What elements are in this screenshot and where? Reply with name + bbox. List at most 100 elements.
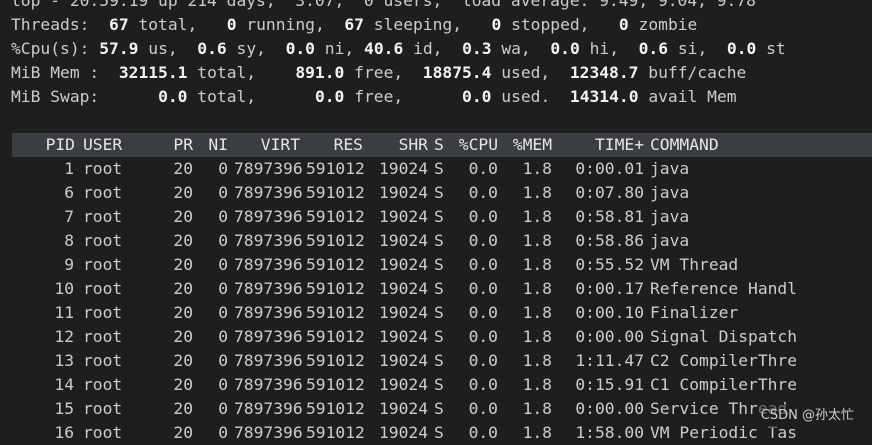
process-cmd: java <box>650 159 690 178</box>
process-row: 16 root 20 0 7897396 591012 19024 S 0.0 1.8 1:58.0… <box>0 421 872 445</box>
process-time: 0:00.01 <box>575 159 644 178</box>
process-user: root <box>83 399 123 418</box>
swap-used: 0.0 <box>462 87 492 106</box>
process-cpu: 0.0 <box>468 231 498 250</box>
process-pr: 20 <box>173 399 193 418</box>
process-table-header: PID USER PR NI VIRT RES SHR S %CPU %MEM … <box>12 133 872 157</box>
col-header-command: COMMAND <box>650 135 719 154</box>
process-user: root <box>83 375 123 394</box>
process-virt: 7897396 <box>234 399 303 418</box>
process-ni: 0 <box>218 303 228 322</box>
col-header-ni: NI <box>208 135 228 154</box>
process-user: root <box>83 351 123 370</box>
process-s: S <box>434 255 444 274</box>
mem-summary-line: MiB Mem : 32115.1 total, 891.0 free, 188… <box>11 63 747 82</box>
col-header-user: USER <box>83 135 123 154</box>
process-s: S <box>434 231 444 250</box>
process-virt: 7897396 <box>234 159 303 178</box>
process-cpu: 0.0 <box>468 375 498 394</box>
process-pid: 16 <box>54 423 74 442</box>
process-shr: 19024 <box>378 207 428 226</box>
cpu-ni: 0.0 <box>285 39 315 58</box>
cpu-id: 40.6 <box>364 39 404 58</box>
process-row: 7 root 20 0 7897396 591012 19024 S 0.0 1.8 0:58.81… <box>0 205 872 229</box>
process-row: 15 root 20 0 7897396 591012 19024 S 0.0 1.8 0:00.0… <box>0 397 872 421</box>
process-cpu: 0.0 <box>468 351 498 370</box>
process-s: S <box>434 303 444 322</box>
process-mem: 1.8 <box>522 423 552 442</box>
process-pid: 13 <box>54 351 74 370</box>
process-ni: 0 <box>218 351 228 370</box>
process-virt: 7897396 <box>234 255 303 274</box>
cpu-si: 0.6 <box>638 39 669 58</box>
process-cpu: 0.0 <box>468 183 498 202</box>
process-time: 0:58.86 <box>575 231 644 250</box>
process-time: 0:00.00 <box>575 399 644 418</box>
mem-buff-cache: 12348.7 <box>569 63 639 82</box>
process-row: 8 root 20 0 7897396 591012 19024 S 0.0 1.8 0:58.86… <box>0 229 872 253</box>
process-shr: 19024 <box>378 255 428 274</box>
process-shr: 19024 <box>378 303 428 322</box>
process-res: 591012 <box>306 399 365 418</box>
process-res: 591012 <box>306 423 365 442</box>
process-mem: 1.8 <box>522 327 552 346</box>
process-virt: 7897396 <box>234 207 303 226</box>
process-shr: 19024 <box>378 375 428 394</box>
col-header-res: RES <box>333 135 363 154</box>
process-virt: 7897396 <box>234 183 303 202</box>
process-time: 0:55.52 <box>575 255 644 274</box>
process-user: root <box>83 327 123 346</box>
process-shr: 19024 <box>378 327 428 346</box>
process-res: 591012 <box>306 231 365 250</box>
col-header-mem: %MEM <box>512 135 552 154</box>
process-pid: 6 <box>64 183 74 202</box>
process-pid: 8 <box>64 231 74 250</box>
col-header-state: S <box>434 135 444 154</box>
process-pr: 20 <box>173 351 193 370</box>
process-ni: 0 <box>218 159 228 178</box>
process-shr: 19024 <box>378 231 428 250</box>
process-mem: 1.8 <box>522 279 552 298</box>
process-virt: 7897396 <box>234 279 303 298</box>
process-res: 591012 <box>306 255 365 274</box>
process-cpu: 0.0 <box>468 255 498 274</box>
cpu-sy: 0.6 <box>197 39 227 58</box>
process-mem: 1.8 <box>522 255 552 274</box>
process-res: 591012 <box>306 303 365 322</box>
process-s: S <box>434 207 444 226</box>
process-cpu: 0.0 <box>468 207 498 226</box>
process-res: 591012 <box>306 279 365 298</box>
process-cpu: 0.0 <box>468 423 498 442</box>
process-shr: 19024 <box>378 423 428 442</box>
terminal-window[interactable]: top - 20:59:19 up 214 days, 3:07, 0 user… <box>0 0 872 445</box>
process-pr: 20 <box>173 279 193 298</box>
process-time: 0:07.80 <box>575 183 644 202</box>
process-row: 9 root 20 0 7897396 591012 19024 S 0.0 1.8 0:55.52… <box>0 253 872 277</box>
cpu-st: 0.0 <box>726 39 757 58</box>
swap-summary-line: MiB Swap: 0.0 total, 0.0 free, 0.0 used.… <box>11 87 737 106</box>
process-cmd: java <box>650 231 690 250</box>
process-ni: 0 <box>218 375 228 394</box>
process-s: S <box>434 183 444 202</box>
col-header-pid: PID <box>45 135 75 154</box>
process-mem: 1.8 <box>522 375 552 394</box>
col-header-shr: SHR <box>398 135 428 154</box>
process-pr: 20 <box>173 303 193 322</box>
process-virt: 7897396 <box>234 303 303 322</box>
process-mem: 1.8 <box>522 351 552 370</box>
cpu-wa: 0.3 <box>462 39 492 58</box>
process-s: S <box>434 159 444 178</box>
process-time: 0:00.17 <box>575 279 644 298</box>
process-ni: 0 <box>218 255 228 274</box>
process-cmd: Finalizer <box>650 303 739 322</box>
process-mem: 1.8 <box>522 231 552 250</box>
process-cpu: 0.0 <box>468 159 498 178</box>
process-time: 1:58.00 <box>575 423 644 442</box>
process-pr: 20 <box>173 255 193 274</box>
process-row: 13 root 20 0 7897396 591012 19024 S 0.0 1.8 1:11.4… <box>0 349 872 373</box>
process-user: root <box>83 231 123 250</box>
process-row: 12 root 20 0 7897396 591012 19024 S 0.0 1.8 0:00.0… <box>0 325 872 349</box>
process-pid: 9 <box>64 255 74 274</box>
process-table-body: 1 root 20 0 7897396 591012 19024 S 0.0 1.8 0:00.01… <box>0 157 872 445</box>
process-row: 10 root 20 0 7897396 591012 19024 S 0.0 1.8 0:00.1… <box>0 277 872 301</box>
